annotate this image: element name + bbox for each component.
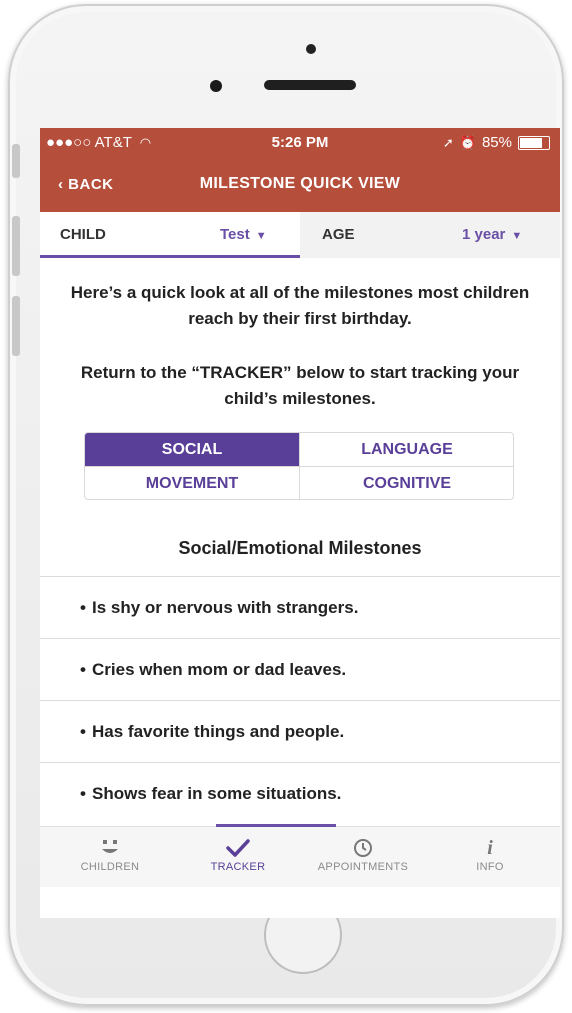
child-value: Test <box>220 226 250 243</box>
tab-label: CHILDREN <box>80 861 140 873</box>
age-label: AGE <box>322 226 355 243</box>
battery-fill <box>520 137 542 148</box>
battery-percent: 85% <box>481 134 512 151</box>
proximity-sensor <box>210 80 222 92</box>
volume-down-button <box>12 296 20 356</box>
category-social-button[interactable]: SOCIAL <box>85 433 299 466</box>
child-selector[interactable]: CHILD Test ▼ <box>40 212 300 258</box>
category-cognitive-button[interactable]: COGNITIVE <box>300 467 513 499</box>
milestone-text: Is shy or nervous with strangers. <box>92 597 359 617</box>
child-label: CHILD <box>60 226 106 243</box>
app-screen: ●●●○○ AT&T ◠ 5:26 PM ➚ ⏰ 85% ‹ BACK MILE… <box>40 128 560 918</box>
milestone-text: Has favorite things and people. <box>92 721 345 741</box>
category-segmented-control: SOCIAL LANGUAGE MOVEMENT COGNITIVE <box>84 432 514 500</box>
age-dropdown[interactable]: 1 year ▼ <box>462 226 522 243</box>
milestone-list: • Is shy or nervous with strangers. • Crie… <box>40 576 560 824</box>
milestone-text: Shows fear in some situations. <box>92 783 342 803</box>
mute-switch <box>12 144 20 178</box>
info-icon: i <box>487 837 493 859</box>
alarm-icon: ⏰ <box>459 134 476 150</box>
tab-bar: CHILDREN TRACKER APPOINTMENTS i INFO <box>40 824 560 887</box>
bullet: • <box>80 659 86 679</box>
tab-tracker[interactable]: TRACKER <box>178 827 298 887</box>
front-camera <box>306 44 316 54</box>
chevron-down-icon: ▼ <box>511 230 523 242</box>
age-value: 1 year <box>462 226 506 243</box>
clock-icon <box>298 837 428 859</box>
intro-text: Here’s a quick look at all of the milest… <box>70 283 530 328</box>
status-right: ➚ ⏰ 85% <box>443 134 550 151</box>
category-language-button[interactable]: LANGUAGE <box>300 433 513 466</box>
bullet: • <box>80 721 86 741</box>
milestone-text: Cries when mom or dad leaves. <box>92 659 347 679</box>
child-dropdown[interactable]: Test ▼ <box>220 226 267 243</box>
tab-label: INFO <box>476 861 504 873</box>
list-item: • Cries when mom or dad leaves. <box>40 638 560 700</box>
chevron-down-icon: ▼ <box>255 230 267 242</box>
battery-icon <box>518 135 550 150</box>
status-bar: ●●●○○ AT&T ◠ 5:26 PM ➚ ⏰ 85% <box>40 128 560 158</box>
child-age-selector: CHILD Test ▼ AGE 1 year ▼ <box>40 212 560 258</box>
bullet: • <box>80 783 86 803</box>
page-title: MILESTONE QUICK VIEW <box>199 175 401 192</box>
tracker-hint-text: Return to the “TRACKER” below to start t… <box>80 363 520 408</box>
bullet: • <box>80 597 86 617</box>
list-item: • Is shy or nervous with strangers. <box>40 576 560 638</box>
face-icon <box>50 837 170 859</box>
tab-info[interactable]: i INFO <box>430 827 550 887</box>
list-item: • Has favorite things and people. <box>40 700 560 762</box>
navigation-bar: ‹ BACK MILESTONE QUICK VIEW <box>40 158 560 212</box>
tab-label: TRACKER <box>210 861 266 873</box>
segment-divider <box>85 466 513 467</box>
tab-label: APPOINTMENTS <box>317 861 409 873</box>
location-icon: ➚ <box>442 134 454 150</box>
checkmark-icon <box>178 837 298 859</box>
section-title: Social/Emotional Milestones <box>178 538 422 558</box>
category-movement-button[interactable]: MOVEMENT <box>85 467 299 499</box>
list-item: • Shows fear in some situations. <box>40 762 560 824</box>
tab-appointments[interactable]: APPOINTMENTS <box>298 827 428 887</box>
earpiece-speaker <box>264 80 356 90</box>
tab-children[interactable]: CHILDREN <box>50 827 170 887</box>
volume-up-button <box>12 216 20 276</box>
